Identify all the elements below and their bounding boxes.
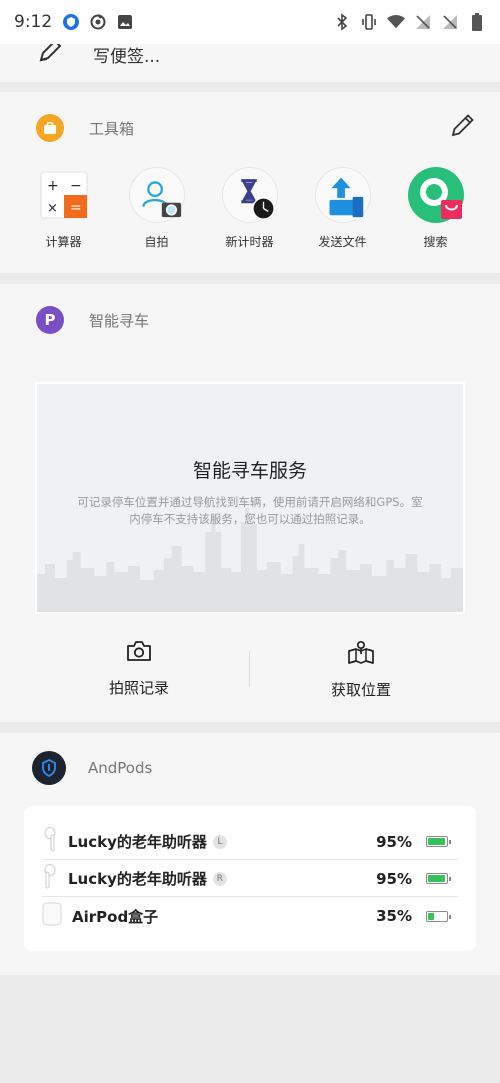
tool-search[interactable]: 搜索 xyxy=(389,167,482,250)
toolbox-bag-icon xyxy=(36,114,64,142)
car-service-description: 可记录停车位置并通过导航找到车辆，使用前请开启网络和GPS。室内停车不支持该服务… xyxy=(77,495,423,526)
edit-pencil-icon[interactable] xyxy=(450,112,476,142)
device-name: Lucky的老年助听器 xyxy=(68,870,207,888)
no-signal-icon xyxy=(441,13,459,31)
get-location-button[interactable]: 获取位置 xyxy=(291,639,431,700)
airpod-icon xyxy=(42,826,58,857)
car-service-panel[interactable]: 智能寻车服务 可记录停车位置并通过导航找到车辆，使用前请开启网络和GPS。室内停… xyxy=(35,382,465,614)
airpod-case-icon xyxy=(42,902,62,930)
send-file-icon xyxy=(314,167,371,223)
tool-label: 搜索 xyxy=(423,235,448,249)
selfie-icon xyxy=(128,167,185,223)
car-finder-card: P 智能寻车 智能寻车服务 可记录停车位置并通过导航找到车辆，使用前请开启网络和… xyxy=(0,284,500,722)
device-row-left[interactable]: Lucky的老年助听器 L 95% xyxy=(42,824,458,860)
tool-selfie[interactable]: 自拍 xyxy=(110,167,203,250)
wifi-icon xyxy=(387,13,405,31)
parking-badge: P xyxy=(36,306,64,334)
tool-label: 自拍 xyxy=(144,235,169,249)
tool-label: 计算器 xyxy=(45,235,82,249)
car-finder-title: 智能寻车 xyxy=(89,311,150,330)
battery-percent: 95% xyxy=(376,832,412,851)
tool-label: 新计时器 xyxy=(225,235,274,249)
device-name: Lucky的老年助听器 xyxy=(68,833,207,851)
bluetooth-icon xyxy=(333,13,351,31)
battery-percent: 35% xyxy=(376,907,412,925)
map-location-icon xyxy=(347,639,375,669)
status-time: 9:12 xyxy=(14,12,53,32)
battery-level-icon xyxy=(426,910,451,922)
battery-level-icon xyxy=(426,873,451,884)
image-icon xyxy=(116,13,134,31)
device-name: AirPod盒子 xyxy=(72,907,159,926)
action-divider xyxy=(249,651,250,687)
battery-level-icon xyxy=(426,836,451,847)
andpods-device-list: Lucky的老年助听器 L 95% Lucky的老年助听器 R 95% AirP… xyxy=(24,806,476,951)
device-row-right[interactable]: Lucky的老年助听器 R 95% xyxy=(42,861,458,897)
note-placeholder: 写便签... xyxy=(93,47,161,67)
vibrate-icon xyxy=(360,13,378,31)
svg-text:+: + xyxy=(47,178,59,194)
camera-icon xyxy=(125,639,153,667)
tool-label: 发送文件 xyxy=(318,235,367,249)
svg-text:=: = xyxy=(70,200,82,216)
svg-text:−: − xyxy=(70,178,82,194)
car-service-title: 智能寻车服务 xyxy=(192,460,307,482)
battery-icon xyxy=(468,13,486,31)
andpods-title: AndPods xyxy=(88,759,153,777)
search-app-icon xyxy=(407,167,464,223)
battery-percent: 95% xyxy=(376,869,412,888)
svg-text:×: × xyxy=(47,201,58,216)
side-badge: L xyxy=(212,834,227,849)
photo-record-label: 拍照记录 xyxy=(108,679,169,697)
timer-icon xyxy=(221,167,278,223)
device-row-case[interactable]: AirPod盒子 35% xyxy=(42,898,458,934)
tool-timer[interactable]: 新计时器 xyxy=(203,167,296,250)
toolbox-card: 工具箱 + − × = 计算器 自拍 新计时器 发送文件 搜索 xyxy=(0,92,500,273)
side-badge: R xyxy=(212,871,227,886)
get-location-label: 获取位置 xyxy=(330,681,391,699)
andpods-logo-icon xyxy=(32,751,66,785)
shield-app-icon xyxy=(62,13,80,31)
tool-calculator[interactable]: + − × = 计算器 xyxy=(17,167,110,250)
no-signal-icon xyxy=(414,13,432,31)
toolbox-title: 工具箱 xyxy=(89,119,135,138)
circle-app-icon xyxy=(89,13,107,31)
andpods-card: AndPods Lucky的老年助听器 L 95% Lucky的老年助听器 R … xyxy=(0,733,500,975)
airpod-icon xyxy=(42,863,58,894)
calculator-icon: + − × = xyxy=(36,167,92,223)
status-bar: 9:12 xyxy=(0,0,500,44)
photo-record-button[interactable]: 拍照记录 xyxy=(69,639,209,698)
tool-send-file[interactable]: 发送文件 xyxy=(296,167,389,250)
parking-badge-letter: P xyxy=(44,311,56,329)
